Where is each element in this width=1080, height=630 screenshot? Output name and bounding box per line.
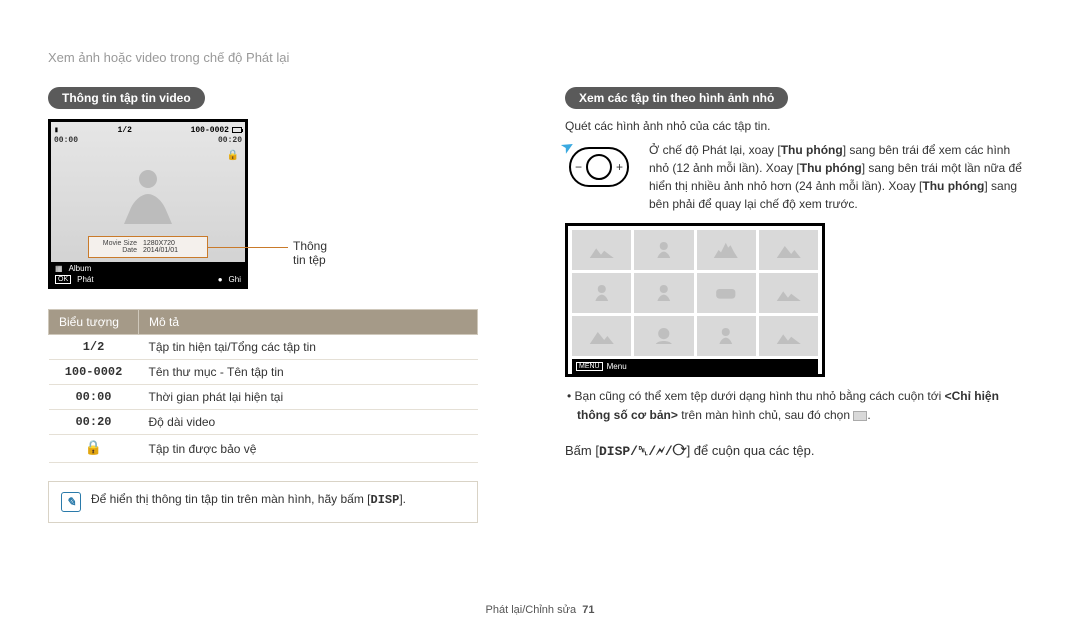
dial-knob-icon	[586, 154, 612, 180]
section-pill-thumbnails: Xem các tập tin theo hình ảnh nhỏ	[565, 87, 788, 109]
cell-icon: 00:20	[49, 410, 139, 435]
lcd-duration: 00:20	[218, 136, 242, 145]
table-row: 00:20Độ dài video	[49, 410, 478, 435]
thumbnail	[572, 273, 631, 313]
cell-desc: Tập tin được bảo vệ	[139, 435, 478, 463]
lcd-screen: ▮ 1/2 100-0002 00:00 00:20 🔒 Movie Size	[48, 119, 248, 289]
note-icon: ✎	[61, 492, 81, 512]
info-key-moviesize: Movie Size	[95, 240, 143, 247]
cell-desc: Độ dài video	[139, 410, 478, 435]
video-preview-silhouette	[98, 162, 198, 232]
section-pill-video-info: Thông tin tập tin video	[48, 87, 205, 109]
ok-keycap: OK	[55, 275, 71, 284]
table-row: 1/2Tập tin hiện tại/Tổng các tập tin	[49, 335, 478, 360]
thumbnail	[759, 316, 818, 356]
thumbnail	[634, 230, 693, 270]
dial-plus-icon: +	[616, 160, 623, 174]
callout-label: Thông tin tệp	[293, 239, 327, 267]
lcd-bottom-bar: ▦ Album OK Phát ● Ghi	[51, 262, 245, 286]
cell-desc: Tập tin hiện tại/Tổng các tập tin	[139, 335, 478, 360]
thumbnail	[634, 316, 693, 356]
thumbnails-intro: Quét các hình ảnh nhỏ của các tập tin.	[565, 119, 1032, 133]
lock-icon: 🔒	[49, 435, 139, 463]
footer-page-number: 71	[582, 604, 594, 616]
thumbnail	[634, 273, 693, 313]
thumbnail-menu-bar: MENU Menu	[572, 359, 818, 374]
cell-icon: 1/2	[49, 335, 139, 360]
lcd-file-icon: ▮	[54, 125, 59, 135]
th-icon: Biểu tượng	[49, 310, 139, 335]
thumbnail-grid-frame: MENU Menu	[565, 223, 825, 377]
table-row: 🔒Tập tin được bảo vệ	[49, 435, 478, 463]
icon-description-table: Biểu tượng Mô tả 1/2Tập tin hiện tại/Tổn…	[48, 309, 478, 463]
file-info-callout: Movie Size1280X720 Date2014/01/01	[88, 236, 208, 258]
info-key-date: Date	[95, 247, 143, 254]
lock-icon: 🔒	[227, 150, 239, 161]
thumbnail	[572, 230, 631, 270]
dial-minus-icon: −	[575, 160, 582, 174]
lcd-folder-file: 100-0002	[191, 126, 229, 135]
zoom-dial-block: ➤ − + Ở chế độ Phát lại, xoay [Thu phóng…	[565, 141, 1032, 213]
play-label: Phát	[77, 275, 93, 284]
lcd-counter: 1/2	[118, 126, 132, 135]
right-column: Xem các tập tin theo hình ảnh nhỏ Quét c…	[565, 87, 1032, 523]
thumbnail	[697, 273, 756, 313]
disp-key: DISP	[371, 493, 400, 507]
cell-desc: Tên thư mục - Tên tập tin	[139, 360, 478, 385]
thumbnail-mode-icon	[853, 411, 867, 421]
zoom-dial-illustration: ➤ − +	[565, 141, 635, 191]
album-icon: ▦	[55, 264, 63, 273]
cell-icon: 00:00	[49, 385, 139, 410]
lcd-with-callout: ▮ 1/2 100-0002 00:00 00:20 🔒 Movie Size	[48, 119, 318, 289]
left-column: Thông tin tập tin video ▮ 1/2 100-0002 0…	[48, 87, 515, 523]
th-desc: Mô tả	[139, 310, 478, 335]
menu-keycap: MENU	[576, 362, 603, 371]
table-row: 100-0002Tên thư mục - Tên tập tin	[49, 360, 478, 385]
page-footer: Phát lại/Chỉnh sửa 71	[0, 604, 1080, 616]
callout-leader-line	[208, 247, 288, 248]
thumbnail-grid	[572, 230, 818, 356]
info-val-date: 2014/01/01	[143, 247, 178, 254]
footer-section: Phát lại/Chỉnh sửa	[486, 604, 577, 616]
rec-dot-icon: ●	[218, 275, 223, 284]
press-keys-line: Bấm [DISP/␡/🗲/⟳] để cuộn qua các tệp.	[565, 443, 1032, 459]
thumbnail	[759, 273, 818, 313]
info-val-moviesize: 1280X720	[143, 240, 175, 247]
table-row: 00:00Thời gian phát lại hiện tại	[49, 385, 478, 410]
zoom-dial-text: Ở chế độ Phát lại, xoay [Thu phóng] sang…	[649, 141, 1032, 213]
lcd-time-elapsed: 00:00	[54, 136, 78, 145]
nav-keys: DISP/␡/🗲/⟳	[599, 444, 687, 459]
thumbnail	[759, 230, 818, 270]
thumbnail	[572, 316, 631, 356]
cell-desc: Thời gian phát lại hiện tại	[139, 385, 478, 410]
thumbnail	[697, 316, 756, 356]
thumbnail	[697, 230, 756, 270]
breadcrumb: Xem ảnh hoặc video trong chế độ Phát lại	[48, 50, 1032, 65]
cell-icon: 100-0002	[49, 360, 139, 385]
menu-label: Menu	[607, 362, 627, 371]
rec-label: Ghi	[229, 275, 241, 284]
album-label: Album	[69, 264, 92, 273]
note-box: ✎ Để hiển thị thông tin tập tin trên màn…	[48, 481, 478, 523]
bullet-scroll-tip: Bạn cũng có thể xem tệp dưới dạng hình t…	[565, 387, 1032, 425]
battery-icon	[232, 127, 242, 133]
note-text: Để hiển thị thông tin tập tin trên màn h…	[91, 492, 406, 507]
